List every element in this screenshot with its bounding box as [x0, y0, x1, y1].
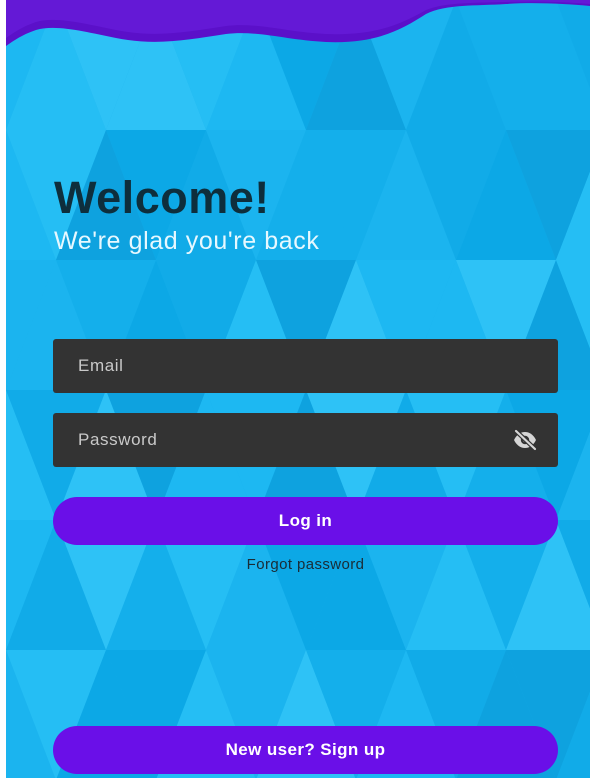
email-field[interactable] [53, 339, 558, 393]
password-input[interactable] [53, 413, 558, 467]
password-field[interactable] [53, 413, 558, 467]
eye-off-icon[interactable] [512, 429, 538, 451]
login-screen: Welcome! We're glad you're back Log in F… [6, 0, 590, 778]
header-wave-decoration [6, 0, 590, 46]
email-input[interactable] [53, 339, 558, 393]
login-button[interactable]: Log in [53, 497, 558, 545]
welcome-subtitle: We're glad you're back [54, 227, 320, 255]
welcome-title: Welcome! [54, 172, 270, 223]
signup-button[interactable]: New user? Sign up [53, 726, 558, 774]
forgot-password-link[interactable]: Forgot password [53, 556, 558, 573]
